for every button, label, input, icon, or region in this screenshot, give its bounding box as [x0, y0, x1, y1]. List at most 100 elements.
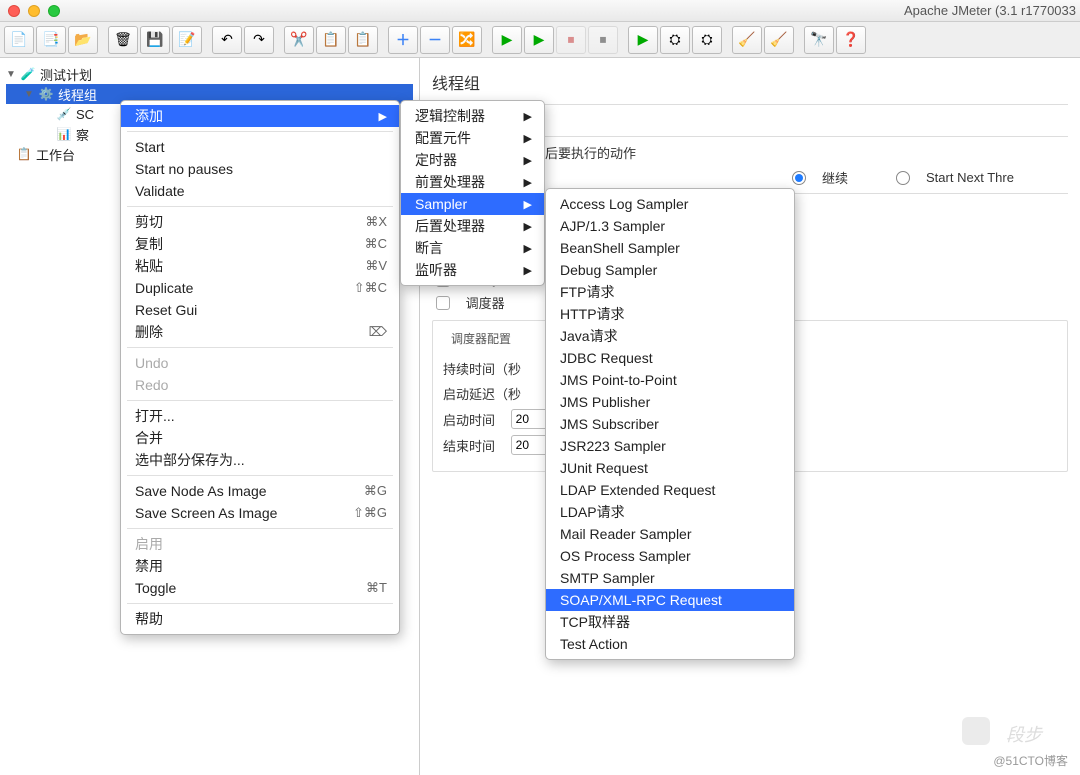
tree-test-plan[interactable]: ▼ 🧪 测试计划 [6, 64, 413, 84]
menu-paste[interactable]: 粘贴⌘V [121, 255, 399, 277]
toolbar-undo-icon[interactable]: ↶ [212, 26, 242, 54]
toolbar-function-helper-icon[interactable]: ❓ [836, 26, 866, 54]
toolbar-start-no-timer-icon[interactable]: ▶ [524, 26, 554, 54]
sampler-item[interactable]: Java请求 [546, 325, 794, 347]
minimize-icon[interactable] [28, 5, 40, 17]
toolbar-stop-icon[interactable]: ⏹ [556, 26, 586, 54]
menu-item-label: JUnit Request [560, 460, 648, 476]
menu-merge[interactable]: 合并 [121, 427, 399, 449]
sampler-item[interactable]: Test Action [546, 633, 794, 655]
menu-duplicate[interactable]: Duplicate⇧⌘C [121, 277, 399, 299]
toolbar-open-icon[interactable]: 📂 [68, 26, 98, 54]
menu-save-screen-image[interactable]: Save Screen As Image⇧⌘G [121, 502, 399, 524]
sampler-item[interactable]: AJP/1.3 Sampler [546, 215, 794, 237]
menu-item-label: 打开... [135, 406, 175, 426]
toolbar-remote-start-all-icon[interactable]: ⛭ [660, 26, 690, 54]
menu-save-selection[interactable]: 选中部分保存为... [121, 449, 399, 471]
sampler-item[interactable]: OS Process Sampler [546, 545, 794, 567]
menu-validate[interactable]: Validate [121, 180, 399, 202]
menu-item-label: LDAP Extended Request [560, 482, 715, 498]
sampler-item[interactable]: JUnit Request [546, 457, 794, 479]
scheduler-checkbox[interactable] [436, 296, 450, 310]
menu-start-no-pauses[interactable]: Start no pauses [121, 158, 399, 180]
sampler-item[interactable]: JMS Point-to-Point [546, 369, 794, 391]
submenu-config-element[interactable]: 配置元件▶ [401, 127, 544, 149]
submenu-timer[interactable]: 定时器▶ [401, 149, 544, 171]
toolbar-cut-icon[interactable]: ✂️ [284, 26, 314, 54]
toolbar-expand-icon[interactable]: ＋ [388, 26, 418, 54]
sampler-item[interactable]: Debug Sampler [546, 259, 794, 281]
sampler-item[interactable]: Mail Reader Sampler [546, 523, 794, 545]
menu-item-label: 断言 [415, 238, 443, 258]
menu-item-label: Reset Gui [135, 302, 197, 318]
menu-help[interactable]: 帮助 [121, 608, 399, 630]
submenu-post-processor[interactable]: 后置处理器▶ [401, 215, 544, 237]
submenu-assertion[interactable]: 断言▶ [401, 237, 544, 259]
toolbar-remote-start-icon[interactable]: ▶ [628, 26, 658, 54]
toolbar-toggle-icon[interactable]: 🔀 [452, 26, 482, 54]
submenu-listener[interactable]: 监听器▶ [401, 259, 544, 281]
submenu-sampler-list[interactable]: Access Log SamplerAJP/1.3 SamplerBeanShe… [545, 188, 795, 660]
maximize-icon[interactable] [48, 5, 60, 17]
toolbar-saveas-icon[interactable]: 📝 [172, 26, 202, 54]
sampler-item[interactable]: FTP请求 [546, 281, 794, 303]
toolbar-remote-stop-icon[interactable]: ⛭ [692, 26, 722, 54]
sampler-item[interactable]: BeanShell Sampler [546, 237, 794, 259]
menu-toggle[interactable]: Toggle⌘T [121, 577, 399, 599]
sampler-item[interactable]: SOAP/XML-RPC Request [546, 589, 794, 611]
toolbar-redo-icon[interactable]: ↷ [244, 26, 274, 54]
radio-start-next-thread[interactable] [896, 171, 910, 185]
radio-continue-label: 继续 [822, 168, 848, 187]
menu-disable[interactable]: 禁用 [121, 555, 399, 577]
sampler-item[interactable]: JSR223 Sampler [546, 435, 794, 457]
menu-copy[interactable]: 复制⌘C [121, 233, 399, 255]
sampler-item[interactable]: TCP取样器 [546, 611, 794, 633]
submenu-logic-controller[interactable]: 逻辑控制器▶ [401, 105, 544, 127]
sampler-item[interactable]: Access Log Sampler [546, 193, 794, 215]
chevron-down-icon[interactable]: ▼ [24, 89, 34, 100]
toolbar-clear-all-icon[interactable]: 🧹 [764, 26, 794, 54]
chevron-right-icon: ▶ [524, 132, 532, 145]
menu-item-label: Toggle [135, 580, 176, 596]
menu-reset-gui[interactable]: Reset Gui [121, 299, 399, 321]
menu-item-label: JMS Subscriber [560, 416, 659, 432]
toolbar-templates-icon[interactable]: 📑 [36, 26, 66, 54]
toolbar-clear-icon[interactable]: 🧹 [732, 26, 762, 54]
radio-continue[interactable] [792, 171, 806, 185]
shortcut-label: ⇧⌘C [354, 280, 387, 296]
menu-item-label: Save Screen As Image [135, 505, 277, 521]
shortcut-label: ⌘V [365, 258, 387, 274]
sampler-item[interactable]: LDAP请求 [546, 501, 794, 523]
submenu-pre-processor[interactable]: 前置处理器▶ [401, 171, 544, 193]
toolbar-close-icon[interactable]: 🗑 [108, 26, 138, 54]
menu-add[interactable]: 添加 ▶ [121, 105, 399, 127]
end-time-label: 结束时间 [443, 436, 495, 455]
sampler-item[interactable]: SMTP Sampler [546, 567, 794, 589]
sampler-item[interactable]: HTTP请求 [546, 303, 794, 325]
close-icon[interactable] [8, 5, 20, 17]
toolbar-shutdown-icon[interactable]: ⏹ [588, 26, 618, 54]
chevron-right-icon: ▶ [524, 110, 532, 123]
submenu-sampler[interactable]: Sampler▶ [401, 193, 544, 215]
toolbar-copy-icon[interactable]: 📋 [316, 26, 346, 54]
context-menu[interactable]: 添加 ▶ Start Start no pauses Validate 剪切⌘X… [120, 100, 400, 635]
sampler-item[interactable]: JMS Subscriber [546, 413, 794, 435]
submenu-add[interactable]: 逻辑控制器▶ 配置元件▶ 定时器▶ 前置处理器▶ Sampler▶ 后置处理器▶… [400, 100, 545, 286]
toolbar-search-icon[interactable]: 🔭 [804, 26, 834, 54]
menu-cut[interactable]: 剪切⌘X [121, 211, 399, 233]
toolbar-start-icon[interactable]: ▶ [492, 26, 522, 54]
menu-save-node-image[interactable]: Save Node As Image⌘G [121, 480, 399, 502]
menu-start[interactable]: Start [121, 136, 399, 158]
toolbar-new-icon[interactable]: 📄 [4, 26, 34, 54]
chevron-down-icon[interactable]: ▼ [6, 69, 16, 80]
menu-open[interactable]: 打开... [121, 405, 399, 427]
menu-delete[interactable]: 删除⌦ [121, 321, 399, 343]
sampler-item[interactable]: LDAP Extended Request [546, 479, 794, 501]
menu-item-label: Start no pauses [135, 161, 233, 177]
sampler-item[interactable]: JMS Publisher [546, 391, 794, 413]
toolbar-save-icon[interactable]: 💾 [140, 26, 170, 54]
menu-item-label: 前置处理器 [415, 172, 485, 192]
sampler-item[interactable]: JDBC Request [546, 347, 794, 369]
toolbar-collapse-icon[interactable]: － [420, 26, 450, 54]
toolbar-paste-icon[interactable]: 📋 [348, 26, 378, 54]
